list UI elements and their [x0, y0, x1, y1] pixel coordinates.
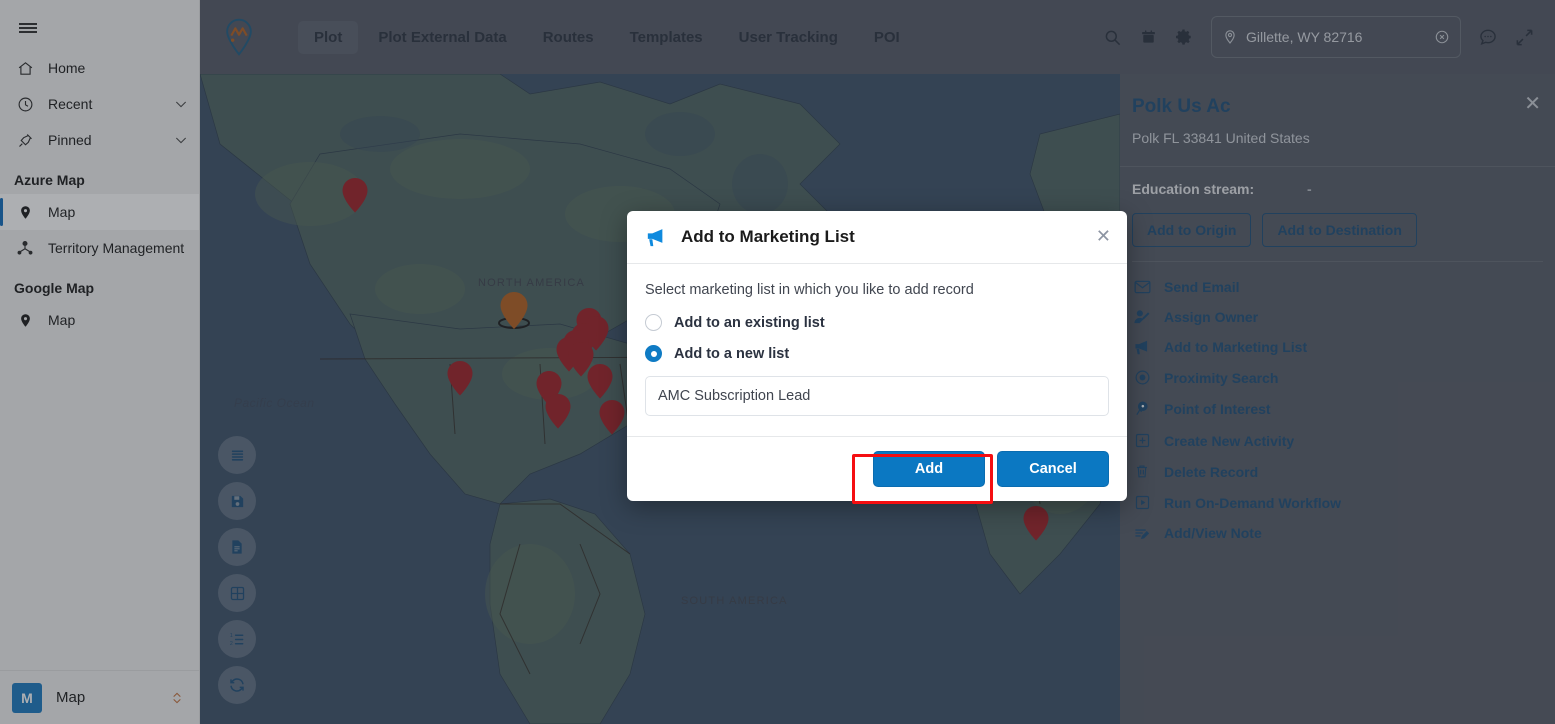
dialog-body: Select marketing list in which you like …	[627, 264, 1127, 436]
radio-button-selected[interactable]	[645, 345, 662, 362]
dialog-description: Select marketing list in which you like …	[645, 282, 974, 298]
radio-add-to-existing-list[interactable]: Add to an existing list	[645, 314, 1109, 331]
radio-add-to-new-list[interactable]: Add to a new list	[645, 345, 1109, 362]
radio-button[interactable]	[645, 314, 662, 331]
dialog-header: Add to Marketing List ✕	[627, 211, 1127, 264]
new-list-name-input[interactable]	[645, 376, 1109, 416]
radio-label: Add to a new list	[674, 345, 790, 362]
radio-label: Add to an existing list	[674, 314, 825, 331]
dialog-title: Add to Marketing List	[681, 227, 855, 246]
megaphone-icon	[645, 227, 667, 247]
add-to-marketing-list-dialog: Add to Marketing List ✕ Select marketing…	[627, 211, 1127, 501]
close-icon[interactable]: ✕	[1096, 227, 1111, 245]
cancel-button[interactable]: Cancel	[997, 451, 1109, 487]
dialog-footer: Add Cancel	[627, 436, 1127, 501]
add-button[interactable]: Add	[873, 451, 985, 487]
app-root: Home Recent Pinned Azure Map Map Territo…	[0, 0, 1555, 724]
